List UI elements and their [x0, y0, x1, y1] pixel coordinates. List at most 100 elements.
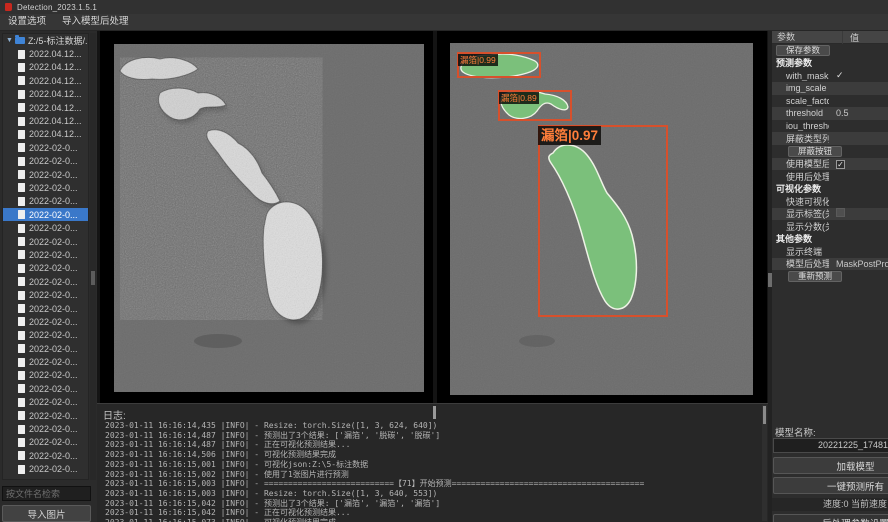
file-item-label: 2022.04.12... — [29, 62, 82, 72]
param-table-header: 参数 值 — [772, 31, 888, 44]
file-item[interactable]: 2022-02-0... — [3, 262, 88, 275]
file-item[interactable]: 2022-02-0... — [3, 208, 88, 221]
file-item[interactable]: 2022-02-0... — [3, 141, 88, 154]
file-item[interactable]: 2022-02-0... — [3, 329, 88, 342]
log-line: 2023-01-11 16:16:15,001 |INFO| - 可视化json… — [105, 460, 760, 470]
file-item[interactable]: 2022-02-0... — [3, 355, 88, 368]
title-bar: Detection_2023.1.5.1 — [0, 0, 888, 14]
file-item[interactable]: 2022-02-0... — [3, 168, 88, 181]
import-images-button[interactable]: 导入图片 — [2, 505, 91, 522]
folder-icon — [15, 37, 25, 44]
file-item-label: 2022-02-0... — [29, 237, 78, 247]
file-icon — [18, 224, 25, 233]
param-value[interactable]: MaskPostPro — [829, 259, 874, 269]
file-icon — [18, 63, 25, 72]
file-item-label: 2022-02-0... — [29, 183, 78, 193]
param-row: 显示标签(关键点) — [772, 208, 888, 221]
file-item[interactable]: 2022-02-0... — [3, 315, 88, 328]
tree-scrollbar[interactable] — [90, 33, 96, 480]
model-name-field[interactable]: 20221225_174813 — [773, 438, 888, 453]
caret-down-icon[interactable]: ▼ — [6, 37, 13, 44]
predict-all-button[interactable]: 一键预测所有 — [773, 477, 888, 494]
file-icon — [18, 291, 25, 300]
file-icon — [18, 331, 25, 340]
file-item-label: 2022.04.12... — [29, 89, 82, 99]
param-button[interactable]: 保存参数 — [776, 45, 830, 56]
file-item-label: 2022-02-0... — [29, 290, 78, 300]
check-mark-icon: ✓ — [836, 70, 844, 80]
file-item[interactable]: 2022.04.12... — [3, 74, 88, 87]
param-button[interactable]: 重新预测 — [788, 271, 842, 282]
detection-label: 漏箔|0.89 — [499, 92, 539, 104]
parameter-panel: 参数 值 保存参数预测参数with_mask✓img_scalescale_fa… — [772, 31, 888, 522]
file-item[interactable]: 2022-02-0... — [3, 155, 88, 168]
file-item[interactable]: 2022-02-0... — [3, 248, 88, 261]
file-icon — [18, 425, 25, 434]
file-icon — [18, 103, 25, 112]
file-item[interactable]: 2022-02-0... — [3, 436, 88, 449]
file-item[interactable]: 2022-02-0... — [3, 369, 88, 382]
postprocess-settings-button[interactable]: 后处理参数设置 — [773, 514, 888, 522]
tree-scrollbar-handle[interactable] — [91, 271, 95, 285]
load-model-button[interactable]: 加载模型 — [773, 457, 888, 474]
checkbox-empty-icon[interactable] — [836, 208, 845, 217]
file-item[interactable]: 2022-02-0... — [3, 396, 88, 409]
param-row: with_mask✓ — [772, 70, 888, 83]
search-input[interactable] — [2, 486, 91, 501]
file-item[interactable]: 2022-02-0... — [3, 342, 88, 355]
param-name: iou_threshold — [772, 121, 829, 131]
file-item[interactable]: 2022-02-0... — [3, 195, 88, 208]
param-value[interactable] — [829, 208, 874, 219]
file-icon — [18, 438, 25, 447]
file-item[interactable]: 2022.04.12... — [3, 114, 88, 127]
menu-bar: 设置选项导入模型后处理 — [0, 14, 888, 31]
param-value[interactable]: ✓ — [829, 159, 874, 169]
log-scrollbar[interactable] — [762, 405, 767, 521]
file-item[interactable]: 2022-02-0... — [3, 181, 88, 194]
file-item[interactable]: 2022-02-0... — [3, 235, 88, 248]
file-item[interactable]: 2022-02-0... — [3, 449, 88, 462]
file-item[interactable]: 2022.04.12... — [3, 88, 88, 101]
file-item[interactable]: 2022.04.12... — [3, 101, 88, 114]
log-line: 2023-01-11 16:16:14,435 |INFO| - Resize:… — [105, 421, 760, 431]
param-row: 屏蔽类型列表 — [772, 132, 888, 145]
param-name: 模型后处理器 — [772, 257, 829, 270]
param-value[interactable]: 0.5 — [829, 108, 874, 118]
menu-item[interactable]: 设置选项 — [0, 14, 54, 30]
log-scrollbar-handle[interactable] — [763, 406, 766, 424]
param-value[interactable]: ✓ — [829, 70, 874, 81]
param-name: 使用模型后处理 — [772, 157, 829, 170]
file-item-label: 2022-02-0... — [29, 304, 78, 314]
file-item[interactable]: 2022.04.12... — [3, 128, 88, 141]
file-item[interactable]: 2022-02-0... — [3, 463, 88, 476]
param-name: 使用后处理 — [772, 170, 829, 183]
file-item-label: 2022-02-0... — [29, 317, 78, 327]
param-row: 显示分数(关键点) — [772, 220, 888, 233]
file-icon — [18, 90, 25, 99]
log-line: 2023-01-11 16:16:15,073 |INFO| - 可视化预测结果… — [105, 518, 760, 522]
param-button[interactable]: 屏蔽按钮 — [788, 146, 842, 157]
file-item[interactable]: 2022-02-0... — [3, 422, 88, 435]
file-item[interactable]: 2022-02-0... — [3, 382, 88, 395]
file-item[interactable]: 2022.04.12... — [3, 47, 88, 60]
file-item[interactable]: 2022-02-0... — [3, 409, 88, 422]
file-item[interactable]: 2022-02-0... — [3, 288, 88, 301]
file-item[interactable]: 2022.04.12... — [3, 61, 88, 74]
file-item[interactable]: 2022-02-0... — [3, 275, 88, 288]
file-icon — [18, 277, 25, 286]
param-name: scale_factor — [772, 96, 829, 106]
file-item-label: 2022-02-0... — [29, 370, 78, 380]
file-item[interactable]: 2022-02-0... — [3, 302, 88, 315]
tree-root-folder[interactable]: ▼ Z:/5-标注数据/... — [3, 34, 88, 47]
param-name: 显示标签(关键点) — [772, 207, 829, 220]
param-row: 显示终端 — [772, 245, 888, 258]
file-item-label: 2022-02-0... — [29, 344, 78, 354]
file-item[interactable]: 2022-02-0... — [3, 221, 88, 234]
checkbox-checked-icon[interactable]: ✓ — [836, 160, 845, 169]
speed-status: 速度:0 当前速度 — [772, 498, 888, 511]
file-icon — [18, 411, 25, 420]
menu-item[interactable]: 导入模型后处理 — [54, 14, 137, 30]
param-rows: 保存参数预测参数with_mask✓img_scalescale_factort… — [772, 44, 888, 283]
param-section-header: 可视化参数 — [772, 183, 888, 196]
splitter-handle[interactable] — [433, 406, 436, 419]
